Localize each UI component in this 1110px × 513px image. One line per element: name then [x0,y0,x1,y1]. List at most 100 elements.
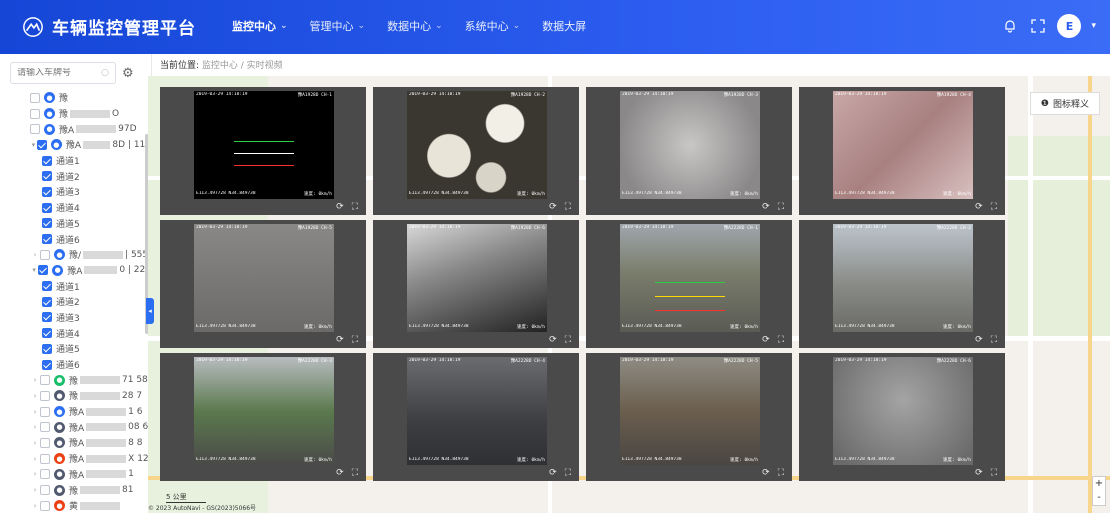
video-cell[interactable]: 2019-03-29 14:18:19 豫A1928D CH-6 E113.4977… [373,220,579,348]
video-cell[interactable]: 2019-03-29 14:18:19 豫A2228D CH-2 E113.4977… [799,220,1005,348]
vehicle-item[interactable]: ● 豫 [2,90,151,106]
fullscreen-icon[interactable]: ⛶ [565,335,571,345]
checkbox[interactable] [42,234,52,245]
checkbox[interactable] [30,92,40,103]
fullscreen-icon[interactable]: ⛶ [991,202,997,212]
checkbox[interactable] [42,171,52,182]
refresh-icon[interactable]: ⟳ [549,335,557,345]
video-cell[interactable]: 2019-03-29 14:18:19 豫A2228D CH-1 E113.4977… [586,220,792,348]
vehicle-item[interactable]: › ● 黄 [2,498,151,513]
channel-item[interactable]: 通道4 [2,200,151,216]
checkbox[interactable] [42,312,52,323]
checkbox[interactable] [40,422,50,433]
vehicle-item[interactable]: › ● 豫A 8 8 [2,435,151,451]
fullscreen-icon[interactable]: ⛶ [778,335,784,345]
breadcrumb-path[interactable]: 监控中心 / 实时视频 [202,61,283,71]
refresh-icon[interactable]: ⟳ [336,468,344,478]
fullscreen-icon[interactable]: ⛶ [991,468,997,478]
video-cell[interactable]: 2019-03-29 14:18:19 豫A2228D CH-4 E113.4977… [373,353,579,481]
collapse-icon[interactable]: › [30,455,40,463]
channel-item[interactable]: 通道6 [2,357,151,373]
refresh-icon[interactable]: ⟳ [336,335,344,345]
collapse-icon[interactable]: › [30,423,40,431]
collapse-icon[interactable]: › [30,392,40,400]
channel-item[interactable]: 通道3 [2,310,151,326]
expand-icon[interactable]: ▾ [30,141,37,149]
refresh-icon[interactable]: ⟳ [975,335,983,345]
checkbox[interactable] [42,202,52,213]
checkbox[interactable] [40,500,50,511]
video-cell[interactable]: 2019-03-29 14:18:19 豫A2228D CH-5 E113.4977… [586,353,792,481]
channel-item[interactable]: 通道3 [2,184,151,200]
fullscreen-icon[interactable]: ⛶ [352,202,358,212]
fullscreen-icon[interactable]: ⛶ [778,202,784,212]
collapse-icon[interactable]: › [30,486,40,494]
legend-button[interactable]: ❶ 图标释义 [1029,92,1100,115]
vehicle-item[interactable]: › ● 豫/| 555 [2,247,151,263]
nav-item[interactable]: 监控中心 ⌄ [232,18,288,34]
collapse-icon[interactable]: › [30,439,40,447]
vehicle-item[interactable]: › ● 豫 81 [2,482,151,498]
vehicle-item[interactable]: › ● 豫A 1 [2,467,151,483]
nav-item[interactable]: 数据大屏 [542,18,586,34]
refresh-icon[interactable]: ⟳ [762,335,770,345]
checkbox[interactable] [38,265,49,276]
nav-item[interactable]: 系统中心 ⌄ [465,18,521,34]
vehicle-item[interactable]: › ● 豫A 08 6 [2,419,151,435]
vehicle-item[interactable]: › ● 豫A 1 6 [2,404,151,420]
fullscreen-icon[interactable]: ⛶ [352,468,358,478]
collapse-icon[interactable]: › [30,376,40,384]
checkbox[interactable] [42,343,52,354]
avatar[interactable]: E [1057,14,1082,38]
video-cell[interactable]: 2019-03-29 14:18:19 豫A2228D CH-3 E113.4977… [160,353,366,481]
refresh-icon[interactable]: ⟳ [762,202,770,212]
zoom-out-button[interactable]: - [1093,491,1105,505]
search-input[interactable] [17,68,97,78]
fullscreen-icon[interactable]: ⛶ [352,335,358,345]
checkbox[interactable] [42,155,52,166]
fullscreen-icon[interactable]: ⛶ [565,468,571,478]
nav-item[interactable]: 数据中心 ⌄ [387,18,443,34]
channel-item[interactable]: 通道1 [2,278,151,294]
nav-item[interactable]: 管理中心 ⌄ [310,18,366,34]
video-cell[interactable]: 2019-03-29 14:18:19 豫A1928D CH-3 E113.4977… [586,87,792,215]
settings-icon[interactable]: ⚙ [122,66,134,81]
checkbox[interactable] [42,296,52,307]
checkbox[interactable] [40,469,50,480]
vehicle-item[interactable]: ▾ ● 豫A 8D | 111 [2,137,151,153]
vehicle-item[interactable]: › ● 豫 71 58 [2,372,151,388]
refresh-icon[interactable]: ⟳ [336,202,344,212]
checkbox[interactable] [30,108,40,119]
collapse-icon[interactable]: › [30,408,40,416]
checkbox[interactable] [40,485,50,496]
collapse-icon[interactable]: › [30,251,40,259]
video-cell[interactable]: 2019-03-29 14:18:19 豫A1928D CH-5 E113.4977… [160,220,366,348]
refresh-icon[interactable]: ⟳ [762,468,770,478]
checkbox[interactable] [42,218,52,229]
checkbox[interactable] [40,390,50,401]
channel-item[interactable]: 通道6 [2,231,151,247]
search-box[interactable]: ○ [10,62,116,84]
collapse-icon[interactable]: › [30,502,40,510]
channel-item[interactable]: 通道5 [2,341,151,357]
fullscreen-icon[interactable]: ⛶ [991,335,997,345]
checkbox[interactable] [42,359,52,370]
checkbox[interactable] [42,281,52,292]
checkbox[interactable] [30,124,40,135]
fullscreen-icon[interactable]: ⛶ [778,468,784,478]
checkbox[interactable] [40,375,50,386]
vehicle-item[interactable]: ● 豫 O [2,106,151,122]
expand-icon[interactable]: ▾ [30,266,38,274]
channel-item[interactable]: 通道4 [2,325,151,341]
collapse-icon[interactable]: › [30,470,40,478]
checkbox[interactable] [40,437,50,448]
checkbox[interactable] [40,453,50,464]
checkbox[interactable] [36,139,47,150]
sidebar-collapse-button[interactable]: ◂ [146,298,154,324]
fullscreen-icon[interactable]: ⛶ [565,202,571,212]
refresh-icon[interactable]: ⟳ [975,468,983,478]
checkbox[interactable] [40,249,50,260]
checkbox[interactable] [40,406,50,417]
channel-item[interactable]: 通道2 [2,168,151,184]
channel-item[interactable]: 通道2 [2,294,151,310]
